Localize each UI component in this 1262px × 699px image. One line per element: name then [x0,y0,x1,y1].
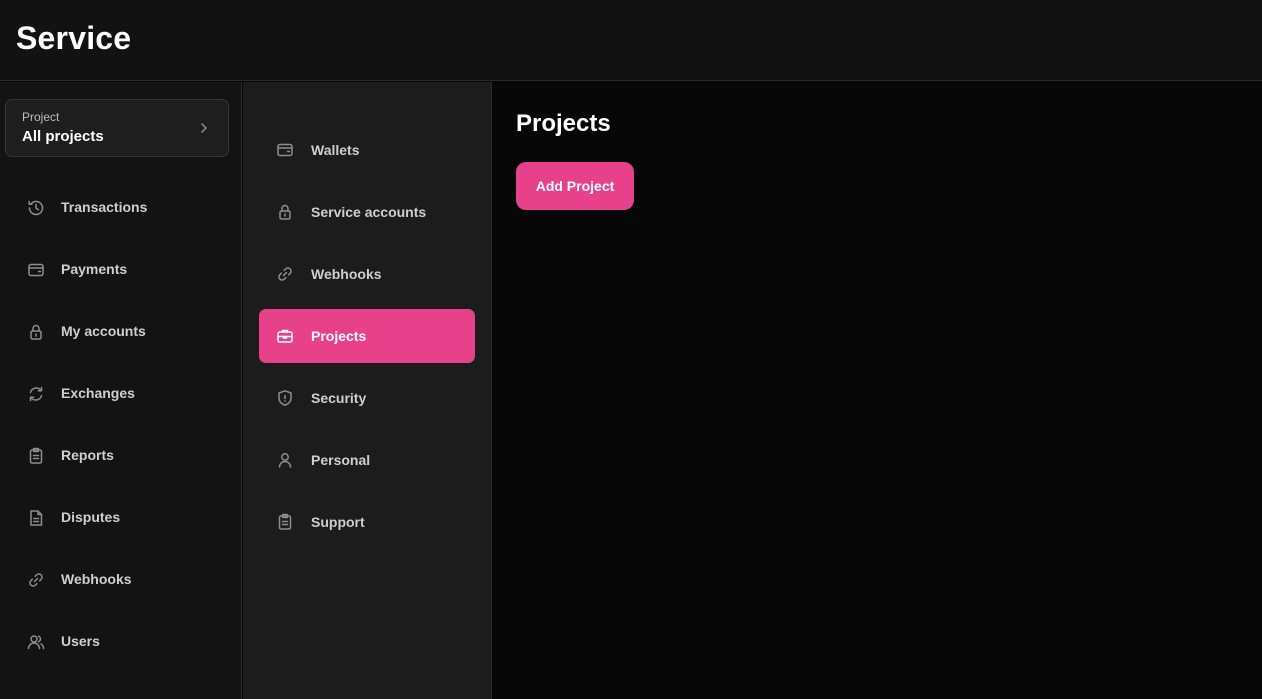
wallet-icon [277,143,293,157]
page-title: Projects [516,110,611,137]
settings-item-label: Webhooks [311,266,382,282]
sidebar-item-payments[interactable]: Payments [10,250,232,290]
sidebar-item-label: Exchanges [61,385,135,401]
sidebar-item-label: Webhooks [61,571,132,587]
sidebar-item-webhooks[interactable]: Webhooks [10,560,232,600]
sidebar-item-my-accounts[interactable]: My accounts [10,312,232,352]
sidebar-item-label: My accounts [61,323,146,339]
sidebar-item-exchanges[interactable]: Exchanges [10,374,232,414]
sidebar-item-label: Users [61,633,100,649]
sidebar-item-reports[interactable]: Reports [10,436,232,476]
sidebar-item-label: Disputes [61,509,121,525]
lock-icon [279,204,291,220]
settings-item-label: Personal [311,452,371,468]
top-header: Service [0,0,1262,81]
settings-item-label: Security [311,390,367,406]
settings-nav: Wallets Service accounts Webhooks Projec… [243,82,492,699]
project-selector-label: Project [22,110,60,124]
settings-item-support[interactable]: Support [259,495,475,549]
clipboard-icon [29,447,43,464]
settings-item-label: Projects [311,328,367,344]
clipboard-icon [278,513,292,530]
shield-icon [278,390,292,406]
link-icon [278,267,292,281]
settings-item-service-accounts[interactable]: Service accounts [259,185,475,239]
sidebar-item-label: Reports [61,447,114,463]
sidebar-item-disputes[interactable]: Disputes [10,498,232,538]
settings-item-label: Support [311,514,365,530]
history-icon [28,200,44,216]
wallet-icon [28,263,44,277]
settings-item-label: Service accounts [311,204,427,220]
project-selector[interactable]: Project All projects [5,99,229,157]
link-icon [29,573,43,587]
settings-item-projects[interactable]: Projects [259,309,475,363]
settings-item-webhooks[interactable]: Webhooks [259,247,475,301]
settings-item-personal[interactable]: Personal [259,433,475,487]
settings-item-security[interactable]: Security [259,371,475,425]
sidebar-item-transactions[interactable]: Transactions [10,188,232,228]
sidebar-item-label: Transactions [61,199,148,215]
document-icon [30,510,43,526]
project-selector-value: All projects [22,128,104,145]
sidebar: Project All projects Transactions Paymen… [0,82,242,699]
settings-item-label: Wallets [311,142,360,158]
briefcase-icon [277,329,293,343]
add-project-button[interactable]: Add Project [516,162,634,210]
exchange-icon [29,386,43,402]
sidebar-item-users[interactable]: Users [10,622,232,662]
settings-item-wallets[interactable]: Wallets [259,123,475,177]
main-content: Projects Add Project [493,82,1262,699]
lock-icon [30,324,42,340]
chevron-right-icon [201,123,207,133]
user-icon [278,453,292,468]
sidebar-item-label: Payments [61,261,128,277]
users-icon [27,635,45,650]
brand-title: Service [16,20,132,56]
